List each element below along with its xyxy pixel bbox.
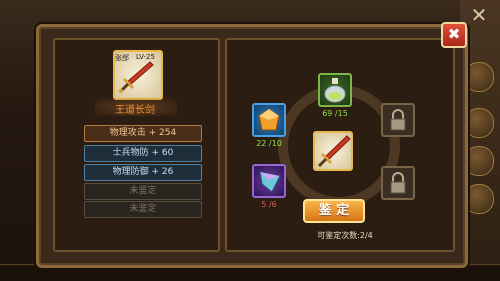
material-slot-gem[interactable] bbox=[252, 103, 286, 137]
identify-button[interactable]: 鉴 定 bbox=[303, 199, 365, 223]
stat-row: 士兵物防 + 60 bbox=[84, 145, 202, 162]
sword-icon bbox=[317, 135, 351, 168]
orange-gem-icon bbox=[258, 108, 280, 131]
purple-shard-icon bbox=[259, 171, 281, 193]
item-title: 王道长剑 bbox=[115, 105, 155, 116]
gem-count: 22 /10 bbox=[256, 139, 282, 148]
background-close-icon[interactable]: ✕ bbox=[466, 4, 492, 26]
lock-icon bbox=[390, 109, 406, 131]
potion-icon bbox=[324, 78, 346, 103]
lock-icon bbox=[390, 172, 406, 194]
material-slot-shard[interactable] bbox=[252, 164, 286, 198]
potion-count: 69 /15 bbox=[322, 109, 348, 118]
sword-icon bbox=[119, 61, 154, 93]
target-item-slot[interactable] bbox=[313, 131, 353, 171]
stat-row-unidentified: 未鉴定 bbox=[84, 183, 202, 200]
side-menu-button[interactable] bbox=[464, 108, 494, 138]
side-menu-button[interactable] bbox=[464, 146, 494, 176]
shard-count: 5 /6 bbox=[261, 200, 277, 209]
stat-row-unidentified: 未鉴定 bbox=[84, 201, 202, 218]
side-menu-button[interactable] bbox=[464, 184, 494, 214]
close-button[interactable]: ✖ bbox=[441, 22, 467, 48]
side-menu-button[interactable] bbox=[464, 62, 494, 92]
stat-row: 物理防御 + 26 bbox=[84, 164, 202, 181]
locked-slot[interactable] bbox=[381, 166, 415, 200]
remaining-identify-count: 可鉴定次数:2/4 bbox=[317, 231, 373, 240]
material-slot-potion[interactable] bbox=[318, 73, 352, 107]
stat-row: 物理攻击 + 254 bbox=[84, 125, 202, 142]
locked-slot[interactable] bbox=[381, 103, 415, 137]
